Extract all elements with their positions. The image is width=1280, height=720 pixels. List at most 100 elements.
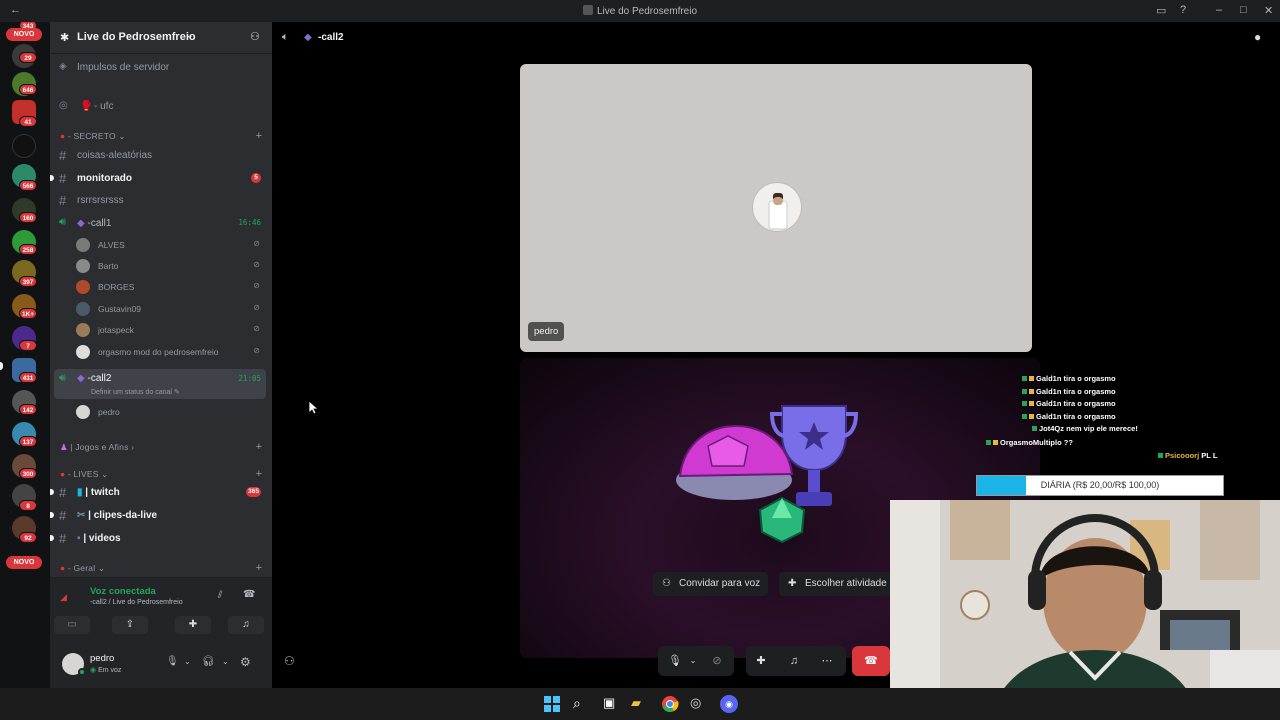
discord-icon[interactable]: ◉ (720, 695, 738, 713)
chat-line: Psicooorj PL L (1158, 451, 1217, 460)
server-icon[interactable] (12, 134, 36, 158)
clipes-label: | clipes-da-live (88, 510, 158, 521)
search-icon[interactable]: ⌕ (573, 695, 591, 713)
category-lives[interactable]: ● - LIVES ⌄ (60, 469, 109, 480)
camera-off-icon[interactable]: ⊘ (702, 646, 732, 676)
category-jogos[interactable]: ♟ | Jogos e Afins › (60, 442, 134, 453)
add-channel-icon[interactable]: + (256, 468, 262, 480)
close-icon[interactable]: ✕ (1264, 4, 1273, 17)
unread-indicator (50, 535, 54, 541)
activities-icon[interactable]: ✚ (746, 646, 776, 676)
speaker-icon: 🔈︎ (282, 31, 289, 43)
chrome-icon[interactable] (661, 695, 679, 713)
channel-twitch[interactable]: # ▮ | twitch 365 (50, 482, 266, 502)
voice-member[interactable]: BORGES ⊘ (76, 278, 264, 296)
chat-user: Psicooorj (1165, 451, 1200, 460)
server-badge: 300 (19, 468, 37, 479)
stage-channel-ufc[interactable]: ◎ 🥊 - ufc (54, 96, 266, 116)
invite-people-icon[interactable]: ⚇ (284, 654, 295, 668)
channel-clipes[interactable]: # ✂ | clipes-da-live (50, 505, 266, 525)
inbox-icon[interactable]: ▭ (1156, 4, 1166, 17)
window-title: Live do Pedrosemfreio (0, 5, 1280, 17)
microphone-icon[interactable]: 🎙︎ (166, 656, 179, 667)
call-timer: 21:05 (238, 374, 261, 383)
channel-rsrs[interactable]: # rsrrsrsrsss (54, 190, 266, 210)
headphones-icon[interactable]: 🎧︎ (202, 656, 215, 667)
hang-up-button[interactable]: ☎ (852, 646, 890, 676)
voice-member[interactable]: jotaspeck ⊘ (76, 321, 264, 339)
video-toggle-button[interactable]: ▭ (54, 616, 90, 634)
server-header[interactable]: ✱ Live do Pedrosemfreio ⌄ ⚇ (50, 22, 272, 54)
task-view-icon[interactable]: ▣ (603, 695, 621, 713)
chat-line: Gald1n tira o orgasmo (1022, 399, 1116, 408)
participant-avatar (752, 182, 802, 232)
more-options-icon[interactable]: ⋯ (812, 646, 842, 676)
member-name: Barto (98, 261, 119, 271)
webcam-scene (890, 500, 1280, 720)
speaker-icon: 🔊︎ (59, 216, 66, 228)
activity-icon: ✚ (788, 578, 797, 589)
voice-member[interactable]: Gustavin09 ⊘ (76, 300, 264, 318)
disconnect-icon[interactable]: ☎ (243, 589, 255, 600)
add-channel-icon[interactable]: + (256, 562, 262, 574)
controller-icon: ◆ (77, 218, 85, 229)
noise-suppression-icon[interactable]: ⫽ (218, 590, 222, 601)
chevron-down-icon[interactable]: ⌄ (184, 657, 191, 666)
chevron-down-icon[interactable]: ⌄ (222, 657, 229, 666)
minimize-icon[interactable]: – (1216, 4, 1222, 16)
avatar (76, 323, 90, 337)
channel-coisas-aleatorias[interactable]: # coisas-aleatórias (54, 145, 266, 165)
voice-member[interactable]: pedro (76, 403, 264, 421)
screenshare-button[interactable]: ⇪ (112, 616, 148, 634)
call-extras-group: ✚ ♫ ⋯ (746, 646, 846, 676)
channel-monitorado[interactable]: # monitorado 5 (50, 168, 266, 188)
channel-label: ✂ | clipes-da-live (77, 510, 157, 521)
category-emoji-icon: ● (60, 563, 66, 573)
soundboard-button[interactable]: ♫ (228, 616, 264, 634)
server-badge: 92 (19, 532, 37, 543)
windows-start-icon[interactable] (543, 695, 561, 713)
channel-label: coisas-aleatórias (77, 150, 153, 161)
deafened-icon: ⊘ (253, 239, 260, 248)
novo-badge-top[interactable]: NOVO (6, 28, 42, 41)
invite-to-voice-button[interactable]: ⚇ Convidar para voz (653, 572, 769, 596)
channel-videos[interactable]: # ▪ | videos (50, 528, 266, 548)
participant-tile[interactable]: pedro (520, 64, 1032, 352)
voice-location[interactable]: -call2 / Live do Pedrosemfreio (90, 599, 183, 606)
voice-member[interactable]: ALVES ⊘ (76, 236, 264, 254)
chat-message: tira o orgasmo (1063, 412, 1116, 421)
username[interactable]: pedro (90, 653, 114, 664)
chat-icon[interactable]: ● (1254, 30, 1261, 44)
add-member-icon[interactable]: ⚇ (250, 30, 260, 43)
maximize-icon[interactable]: □ (1240, 4, 1247, 16)
hash-icon: # (59, 531, 67, 546)
channel-status-hint[interactable]: Definir um status do canal ✎ (91, 388, 180, 396)
donation-goal-bar: DIÁRIA (R$ 20,00/R$ 100,00) (976, 475, 1224, 496)
voice-channel-call1[interactable]: 🔊︎ ◆ -call1 16:46 (54, 213, 266, 233)
member-name: jotaspeck (98, 325, 134, 335)
novo-badge-bottom[interactable]: NOVO (6, 556, 42, 569)
gear-icon[interactable]: ⚙ (240, 655, 251, 669)
add-channel-icon[interactable]: + (256, 441, 262, 453)
category-secreto[interactable]: ● - SECRETO ⌄ (60, 131, 126, 142)
add-channel-icon[interactable]: + (256, 130, 262, 142)
voice-member[interactable]: orgasmo mod do pedrosemfreio ⊘ (76, 343, 264, 361)
hang-up-icon: ☎ (864, 655, 878, 667)
boost-icon: ◈ (59, 61, 67, 72)
chat-user: Gald1n (1036, 399, 1062, 408)
invite-label: Convidar para voz (679, 578, 761, 589)
signal-icon[interactable]: ◢ (60, 592, 67, 603)
chat-user: Jot4Qz (1039, 424, 1065, 433)
chat-user: Gald1n (1036, 374, 1062, 383)
soundboard-icon[interactable]: ♫ (779, 646, 809, 676)
activities-button[interactable]: ✚ (175, 616, 211, 634)
choose-activity-button[interactable]: ✚ Escolher atividade (779, 572, 895, 596)
file-explorer-icon[interactable]: ▰ (631, 695, 649, 713)
server-boosts-item[interactable]: ◈ Impulsos de servidor (54, 57, 266, 77)
voice-channel-call2[interactable]: 🔊︎ ◆ -call2 21:05 Definir um status do c… (54, 369, 266, 399)
help-icon[interactable]: ? (1180, 4, 1186, 16)
category-geral[interactable]: ● - Geral ⌄ (60, 563, 105, 574)
voice-status[interactable]: Voz conectada (90, 586, 156, 597)
obs-icon[interactable]: ◎ (690, 695, 708, 713)
voice-member[interactable]: Barto ⊘ (76, 257, 264, 275)
